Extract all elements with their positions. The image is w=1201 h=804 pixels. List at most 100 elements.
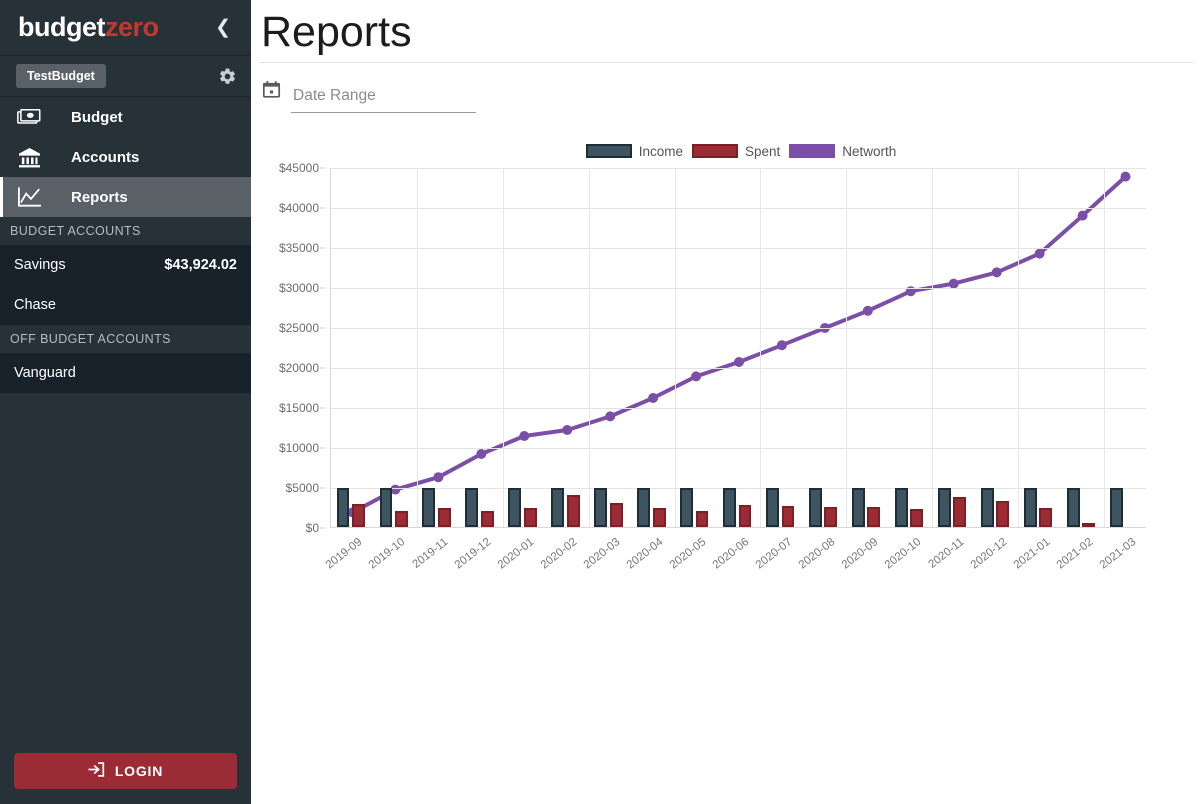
bar-income[interactable] xyxy=(980,487,994,527)
gridline-vertical xyxy=(588,168,590,527)
bar-spent[interactable] xyxy=(867,507,881,527)
bar-spent[interactable] xyxy=(394,511,408,527)
bar-income[interactable] xyxy=(1066,488,1080,527)
gridline-horizontal xyxy=(331,448,1146,449)
account-row-chase[interactable]: Chase xyxy=(0,285,251,325)
legend-swatch xyxy=(691,144,738,158)
networth-data-point[interactable] xyxy=(562,425,573,435)
networth-data-point[interactable] xyxy=(862,305,873,316)
networth-data-point[interactable] xyxy=(691,371,702,382)
networth-data-point[interactable] xyxy=(605,411,616,422)
bar-spent[interactable] xyxy=(480,511,494,527)
bar-income[interactable] xyxy=(680,487,694,527)
logo-text-primary: budget xyxy=(18,12,105,42)
bar-income[interactable] xyxy=(422,487,436,527)
networth-data-point[interactable] xyxy=(476,449,487,459)
y-axis-tick xyxy=(320,327,325,329)
networth-data-point[interactable] xyxy=(1077,210,1088,221)
bar-income[interactable] xyxy=(937,487,951,527)
bar-spent[interactable] xyxy=(566,495,580,527)
networth-data-point[interactable] xyxy=(734,357,744,367)
budget-chip[interactable]: TestBudget xyxy=(16,64,106,88)
bar-income[interactable] xyxy=(1109,487,1123,527)
y-axis-tick-label: $25000 xyxy=(278,321,319,335)
gear-icon[interactable] xyxy=(218,67,237,86)
networth-data-point[interactable] xyxy=(1120,171,1131,182)
networth-data-point[interactable] xyxy=(776,340,787,351)
bar-income[interactable] xyxy=(894,487,908,527)
bar-income[interactable] xyxy=(551,487,565,527)
networth-polyline xyxy=(351,175,1127,515)
sidebar-item-label: Accounts xyxy=(71,148,140,166)
gridline-horizontal xyxy=(331,408,1146,409)
bar-income[interactable] xyxy=(1023,487,1037,527)
bar-income[interactable] xyxy=(465,487,479,527)
plot-area xyxy=(330,168,1146,528)
account-row-vanguard[interactable]: Vanguard xyxy=(0,353,251,393)
bar-spent[interactable] xyxy=(352,503,365,527)
bar-spent[interactable] xyxy=(910,509,924,527)
account-name: Chase xyxy=(14,297,56,313)
budget-accounts-header: BUDGET ACCOUNTS xyxy=(0,217,251,245)
bar-spent[interactable] xyxy=(523,508,537,527)
legend-item-income[interactable]: Income xyxy=(585,144,683,159)
chart-line-icon xyxy=(14,186,44,208)
y-axis-tick xyxy=(320,447,325,449)
bar-spent[interactable] xyxy=(953,496,967,527)
x-axis-tick-label: 2020-08 xyxy=(796,536,838,572)
y-axis-tick-label: $30000 xyxy=(278,281,319,295)
date-range-row xyxy=(251,63,1201,114)
networth-data-point[interactable] xyxy=(519,431,530,441)
bar-spent[interactable] xyxy=(437,508,451,527)
bar-income[interactable] xyxy=(637,487,651,527)
x-axis-tick-label: 2021-02 xyxy=(1054,536,1095,572)
date-range-input[interactable] xyxy=(291,85,476,114)
bank-icon xyxy=(14,147,44,168)
bar-income[interactable] xyxy=(723,487,736,527)
y-axis-tick-label: $45000 xyxy=(278,161,319,175)
y-axis-tick xyxy=(320,407,325,409)
chevron-left-icon[interactable]: ❮ xyxy=(209,14,237,41)
bar-income[interactable] xyxy=(766,487,779,527)
logo-text-accent: zero xyxy=(104,12,159,42)
networth-data-point[interactable] xyxy=(1034,248,1045,259)
networth-data-point[interactable] xyxy=(433,472,444,483)
gridline-horizontal xyxy=(331,168,1146,169)
bar-spent[interactable] xyxy=(609,502,623,527)
x-axis-tick-label: 2020-11 xyxy=(926,536,967,571)
bar-income[interactable] xyxy=(336,487,350,527)
bar-income[interactable] xyxy=(379,487,393,527)
bar-income[interactable] xyxy=(809,487,822,527)
bar-spent[interactable] xyxy=(1039,508,1053,527)
account-row-savings[interactable]: Savings $43,924.02 xyxy=(0,245,251,285)
sidebar-item-reports[interactable]: Reports xyxy=(0,177,251,217)
bar-spent[interactable] xyxy=(781,505,795,527)
legend-item-spent[interactable]: Spent xyxy=(691,144,780,159)
login-button[interactable]: LOGIN xyxy=(14,753,237,789)
bar-spent[interactable] xyxy=(695,511,709,527)
bar-spent[interactable] xyxy=(1082,523,1096,527)
brand-row: budgetzero ❮ xyxy=(0,0,251,56)
bar-spent[interactable] xyxy=(738,505,752,527)
networth-data-point[interactable] xyxy=(648,393,659,403)
calendar-icon[interactable] xyxy=(262,80,281,104)
y-axis-tick xyxy=(320,487,325,489)
login-arrow-icon xyxy=(88,761,105,781)
bar-spent[interactable] xyxy=(824,507,838,527)
sidebar-item-label: Reports xyxy=(71,188,128,206)
bar-income[interactable] xyxy=(594,487,608,527)
bar-income[interactable] xyxy=(508,487,522,527)
sidebar-item-budget[interactable]: Budget xyxy=(0,97,251,137)
bar-spent[interactable] xyxy=(652,508,666,527)
y-axis-tick-label: $20000 xyxy=(278,361,319,375)
x-axis-tick-label: 2020-09 xyxy=(839,536,881,572)
gridline-vertical xyxy=(416,168,418,527)
gridline-vertical xyxy=(1104,168,1106,527)
sidebar-item-accounts[interactable]: Accounts xyxy=(0,137,251,177)
legend-item-networth[interactable]: Networth xyxy=(789,144,896,159)
gridline-vertical xyxy=(502,168,504,527)
bar-income[interactable] xyxy=(851,487,865,527)
bar-spent[interactable] xyxy=(996,501,1010,527)
networth-data-point[interactable] xyxy=(991,267,1002,278)
gridline-vertical xyxy=(846,168,848,527)
